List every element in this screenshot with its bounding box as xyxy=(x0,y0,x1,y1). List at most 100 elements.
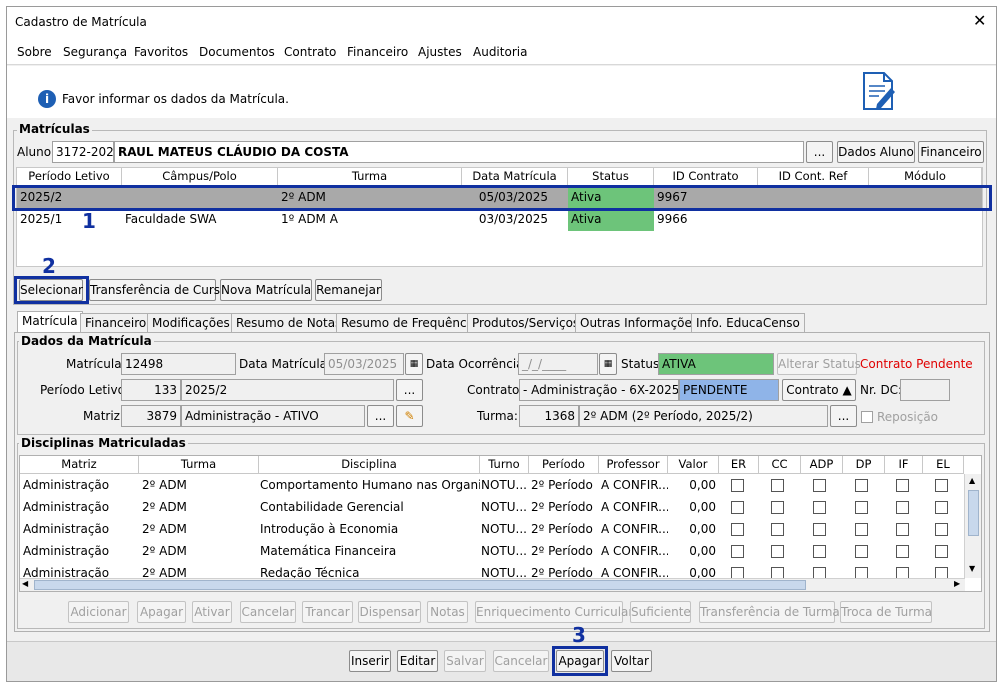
aluno-browse-button[interactable]: ... xyxy=(806,141,833,163)
col-dp[interactable]: DP xyxy=(843,456,885,474)
el-checkbox[interactable] xyxy=(935,545,948,558)
scroll-down-icon[interactable]: ▼ xyxy=(969,564,975,573)
dp-checkbox[interactable] xyxy=(855,545,868,558)
tab-resumo-notas[interactable]: Resumo de Notas xyxy=(231,313,347,332)
col-status[interactable]: Status xyxy=(568,168,654,186)
col-campus[interactable]: Câmpus/Polo xyxy=(122,168,278,186)
scroll-up-icon[interactable]: ▲ xyxy=(969,476,975,485)
apagar-disciplina-button[interactable]: Apagar xyxy=(137,601,186,623)
menu-favoritos[interactable]: Favoritos xyxy=(134,45,188,59)
contrato-status-field[interactable]: PENDENTE xyxy=(679,379,779,401)
er-checkbox[interactable] xyxy=(731,545,744,558)
matriz-code-field[interactable]: 3879 xyxy=(121,405,181,427)
el-checkbox[interactable] xyxy=(935,501,948,514)
col-modulo[interactable]: Módulo xyxy=(869,168,982,186)
dispensar-button[interactable]: Dispensar xyxy=(358,601,421,623)
dados-aluno-button[interactable]: Dados Aluno xyxy=(837,141,915,163)
periodo-browse-button[interactable]: ... xyxy=(396,379,423,401)
alterar-status-button[interactable]: Alterar Status xyxy=(777,353,861,375)
suficiente-button[interactable]: Suficiente xyxy=(630,601,691,623)
table-row[interactable]: Administração 2º ADM Introdução à Econom… xyxy=(20,519,964,541)
status-field[interactable]: ATIVA xyxy=(658,353,774,375)
turma-code-field[interactable]: 1368 xyxy=(519,405,579,427)
table-row[interactable]: Administração 2º ADM Redação Técnica NOT… xyxy=(20,563,964,579)
col-matriz[interactable]: Matriz xyxy=(20,456,139,474)
col-ref[interactable]: ID Cont. Ref xyxy=(758,168,869,186)
cc-checkbox[interactable] xyxy=(771,545,784,558)
dp-checkbox[interactable] xyxy=(855,479,868,492)
turma-browse-button[interactable]: ... xyxy=(830,405,857,427)
adp-checkbox[interactable] xyxy=(813,523,826,536)
aluno-code-field[interactable]: 3172-2024 xyxy=(52,141,114,163)
el-checkbox[interactable] xyxy=(935,523,948,536)
er-checkbox[interactable] xyxy=(731,523,744,536)
salvar-button[interactable]: Salvar xyxy=(444,650,486,672)
tab-resumo-frequencia[interactable]: Resumo de Frequência xyxy=(336,313,483,332)
tab-produtos[interactable]: Produtos/Serviços xyxy=(467,313,585,332)
remanejar-button[interactable]: Remanejar xyxy=(315,279,382,301)
cancelar-button[interactable]: Cancelar xyxy=(493,650,549,672)
matriz-field[interactable]: Administração - ATIVO xyxy=(181,405,365,427)
transferencia-curso-button[interactable]: Transferência de Curso xyxy=(89,279,227,301)
col-er[interactable]: ER xyxy=(719,456,759,474)
horizontal-scrollbar[interactable]: ◀ ▶ xyxy=(20,578,965,591)
matricula-field[interactable]: 12498 xyxy=(121,353,236,375)
matriz-browse-button[interactable]: ... xyxy=(367,405,394,427)
er-checkbox[interactable] xyxy=(731,479,744,492)
col-el[interactable]: EL xyxy=(923,456,964,474)
vertical-scrollbar[interactable]: ▲ ▼ xyxy=(964,474,981,578)
cancelar-disciplina-button[interactable]: Cancelar xyxy=(240,601,296,623)
data-ocorrencia-field[interactable]: _/_/____ xyxy=(518,353,598,375)
trancar-button[interactable]: Trancar xyxy=(302,601,353,623)
voltar-button[interactable]: Voltar xyxy=(611,650,652,672)
edit-pencil-icon[interactable]: ✎ xyxy=(396,405,423,427)
nrdc-field[interactable] xyxy=(900,379,950,401)
col-turma[interactable]: Turma xyxy=(278,168,462,186)
tab-matricula[interactable]: Matrícula xyxy=(17,311,83,332)
scroll-thumb[interactable] xyxy=(34,580,806,590)
ativar-button[interactable]: Ativar xyxy=(192,601,232,623)
financeiro-button[interactable]: Financeiro xyxy=(918,141,984,163)
notas-button[interactable]: Notas xyxy=(427,601,468,623)
adp-checkbox[interactable] xyxy=(813,479,826,492)
menu-contrato[interactable]: Contrato xyxy=(284,45,336,59)
contrato-field[interactable]: - Administração - 6X-2025/2 xyxy=(519,379,679,401)
menu-sobre[interactable]: Sobre xyxy=(17,45,52,59)
if-checkbox[interactable] xyxy=(896,501,909,514)
el-checkbox[interactable] xyxy=(935,479,948,492)
adicionar-button[interactable]: Adicionar xyxy=(68,601,129,623)
scroll-left-icon[interactable]: ◀ xyxy=(22,579,28,588)
menu-ajustes[interactable]: Ajustes xyxy=(418,45,462,59)
menu-auditoria[interactable]: Auditoria xyxy=(473,45,527,59)
troca-turma-button[interactable]: Troca de Turma xyxy=(840,601,932,623)
scroll-right-icon[interactable]: ▶ xyxy=(954,579,960,588)
dp-checkbox[interactable] xyxy=(855,523,868,536)
periodo-field[interactable]: 2025/2 xyxy=(181,379,394,401)
turma-field[interactable]: 2º ADM (2º Período, 2025/2) xyxy=(579,405,828,427)
tab-financeiro[interactable]: Financeiro xyxy=(80,313,152,332)
adp-checkbox[interactable] xyxy=(813,545,826,558)
col-adp[interactable]: ADP xyxy=(801,456,843,474)
nova-matricula-button[interactable]: Nova Matrícula xyxy=(220,279,312,301)
cc-checkbox[interactable] xyxy=(771,501,784,514)
dp-checkbox[interactable] xyxy=(855,501,868,514)
scroll-thumb[interactable] xyxy=(968,490,979,536)
col-cc[interactable]: CC xyxy=(759,456,801,474)
if-checkbox[interactable] xyxy=(896,479,909,492)
menu-documentos[interactable]: Documentos xyxy=(199,45,275,59)
col-valor[interactable]: Valor xyxy=(668,456,719,474)
menu-financeiro[interactable]: Financeiro xyxy=(347,45,408,59)
table-row[interactable]: Administração 2º ADM Contabilidade Geren… xyxy=(20,497,964,519)
if-checkbox[interactable] xyxy=(896,523,909,536)
col-data[interactable]: Data Matrícula xyxy=(462,168,568,186)
data-matricula-field[interactable]: 05/03/2025 xyxy=(324,353,404,375)
col-if[interactable]: IF xyxy=(885,456,923,474)
calendar-icon[interactable]: ▦ xyxy=(599,353,617,375)
reposicao-checkbox[interactable] xyxy=(861,411,873,423)
table-row[interactable]: Administração 2º ADM Matemática Financei… xyxy=(20,541,964,563)
col-turno[interactable]: Turno xyxy=(480,456,529,474)
tab-educacenso[interactable]: Info. EducaCenso xyxy=(691,313,805,332)
table-row[interactable]: 2025/1 Faculdade SWA 1º ADM A 03/03/2025… xyxy=(17,209,982,231)
tab-outras-info[interactable]: Outras Informações xyxy=(575,313,704,332)
col-contrato[interactable]: ID Contrato xyxy=(654,168,758,186)
